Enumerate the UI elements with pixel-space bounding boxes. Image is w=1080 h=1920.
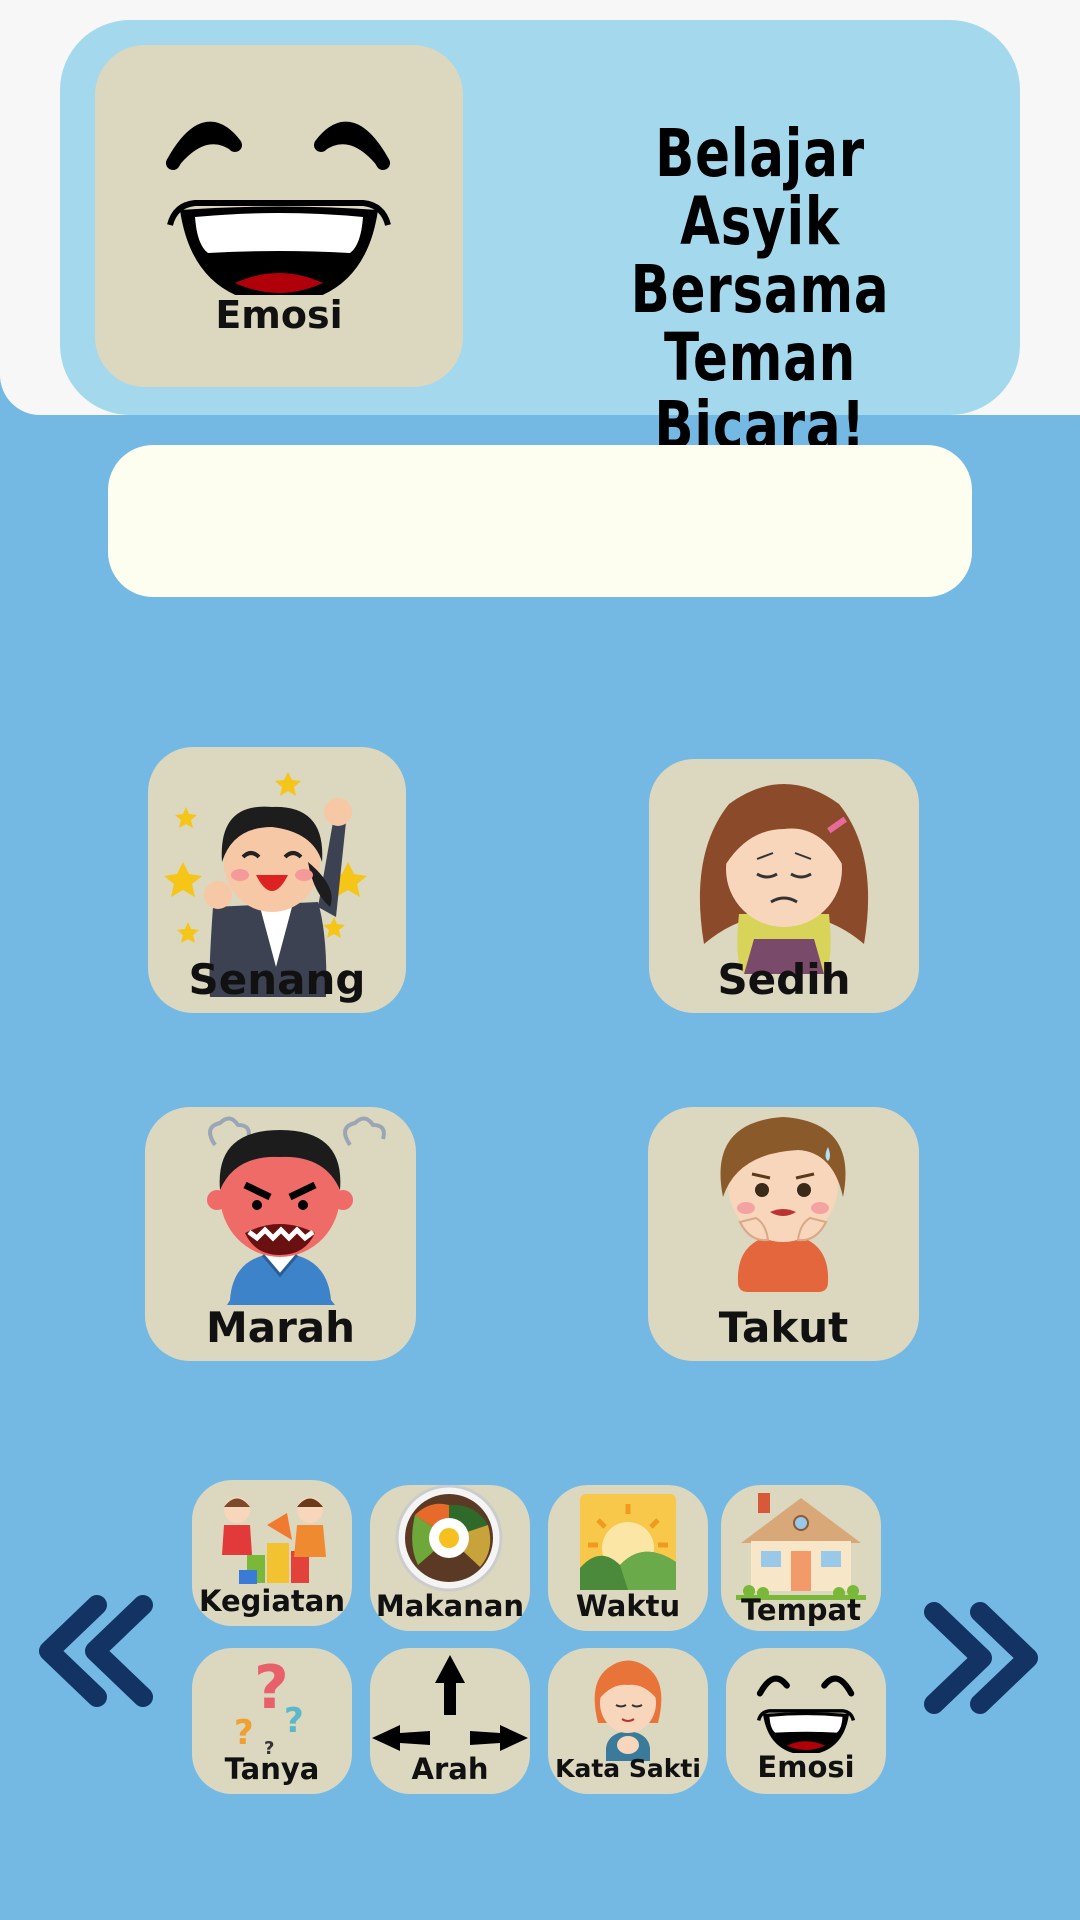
title-line-3: Teman Bicara!: [654, 319, 866, 464]
category-button-kegiatan[interactable]: Kegiatan: [192, 1480, 352, 1626]
category-label: Tempat: [740, 1593, 861, 1627]
category-button-tanya[interactable]: ? ? ? ? Tanya: [192, 1648, 352, 1794]
laughing-face-icon: [166, 121, 391, 295]
category-label: Kata Sakti: [555, 1754, 701, 1783]
category-label: Tanya: [224, 1752, 320, 1786]
emotion-card-senang[interactable]: Senang: [148, 747, 406, 1013]
scared-boy-icon: [720, 1117, 846, 1292]
category-label: Emosi: [757, 1750, 855, 1784]
sad-girl-icon: [699, 784, 869, 974]
angry-boy-icon: [207, 1116, 386, 1305]
direction-arrows-icon: [372, 1655, 528, 1751]
emotion-label: Takut: [718, 1303, 849, 1352]
category-button-makanan[interactable]: Makanan: [370, 1485, 530, 1631]
svg-text:?: ?: [234, 1713, 254, 1753]
next-page-button[interactable]: [922, 1602, 1044, 1714]
emotion-label: Marah: [205, 1303, 356, 1352]
current-category-card[interactable]: Emosi: [95, 45, 463, 387]
sun-mountain-icon: [580, 1494, 676, 1590]
current-category-label: Emosi: [215, 293, 343, 337]
emotion-card-takut[interactable]: Takut: [648, 1107, 919, 1361]
double-chevron-left-icon: [39, 1595, 153, 1707]
category-label: Waktu: [575, 1589, 681, 1623]
sentence-bar[interactable]: [108, 445, 972, 597]
svg-text:?: ?: [284, 1701, 304, 1741]
girl-hands-icon: [594, 1660, 662, 1761]
emotion-label: Senang: [188, 955, 366, 1004]
category-label: Arah: [411, 1752, 489, 1786]
category-button-emosi[interactable]: Emosi: [726, 1648, 886, 1794]
category-label: Makanan: [375, 1589, 525, 1623]
laughing-face-icon: [756, 1675, 856, 1753]
category-button-tempat[interactable]: Tempat: [721, 1485, 881, 1631]
page-title: Belajar Asyik Bersama Teman Bicara!: [540, 120, 980, 460]
title-line-1: Belajar Asyik: [655, 115, 865, 260]
emotion-card-sedih[interactable]: Sedih: [649, 759, 919, 1013]
kids-playing-icon: [222, 1497, 326, 1584]
food-plate-icon: [395, 1485, 503, 1592]
category-button-waktu[interactable]: Waktu: [548, 1485, 708, 1631]
question-marks-icon: ? ? ? ?: [234, 1653, 304, 1758]
category-label: Kegiatan: [199, 1584, 345, 1618]
title-line-2: Bersama: [630, 251, 890, 328]
category-button-arah[interactable]: Arah: [370, 1648, 530, 1794]
double-chevron-right-icon: [924, 1602, 1038, 1714]
previous-page-button[interactable]: [33, 1595, 155, 1707]
house-icon: [736, 1493, 866, 1600]
emotion-card-marah[interactable]: Marah: [145, 1107, 416, 1361]
category-button-kata-sakti[interactable]: Kata Sakti: [548, 1648, 708, 1794]
emotion-label: Sedih: [717, 955, 851, 1004]
